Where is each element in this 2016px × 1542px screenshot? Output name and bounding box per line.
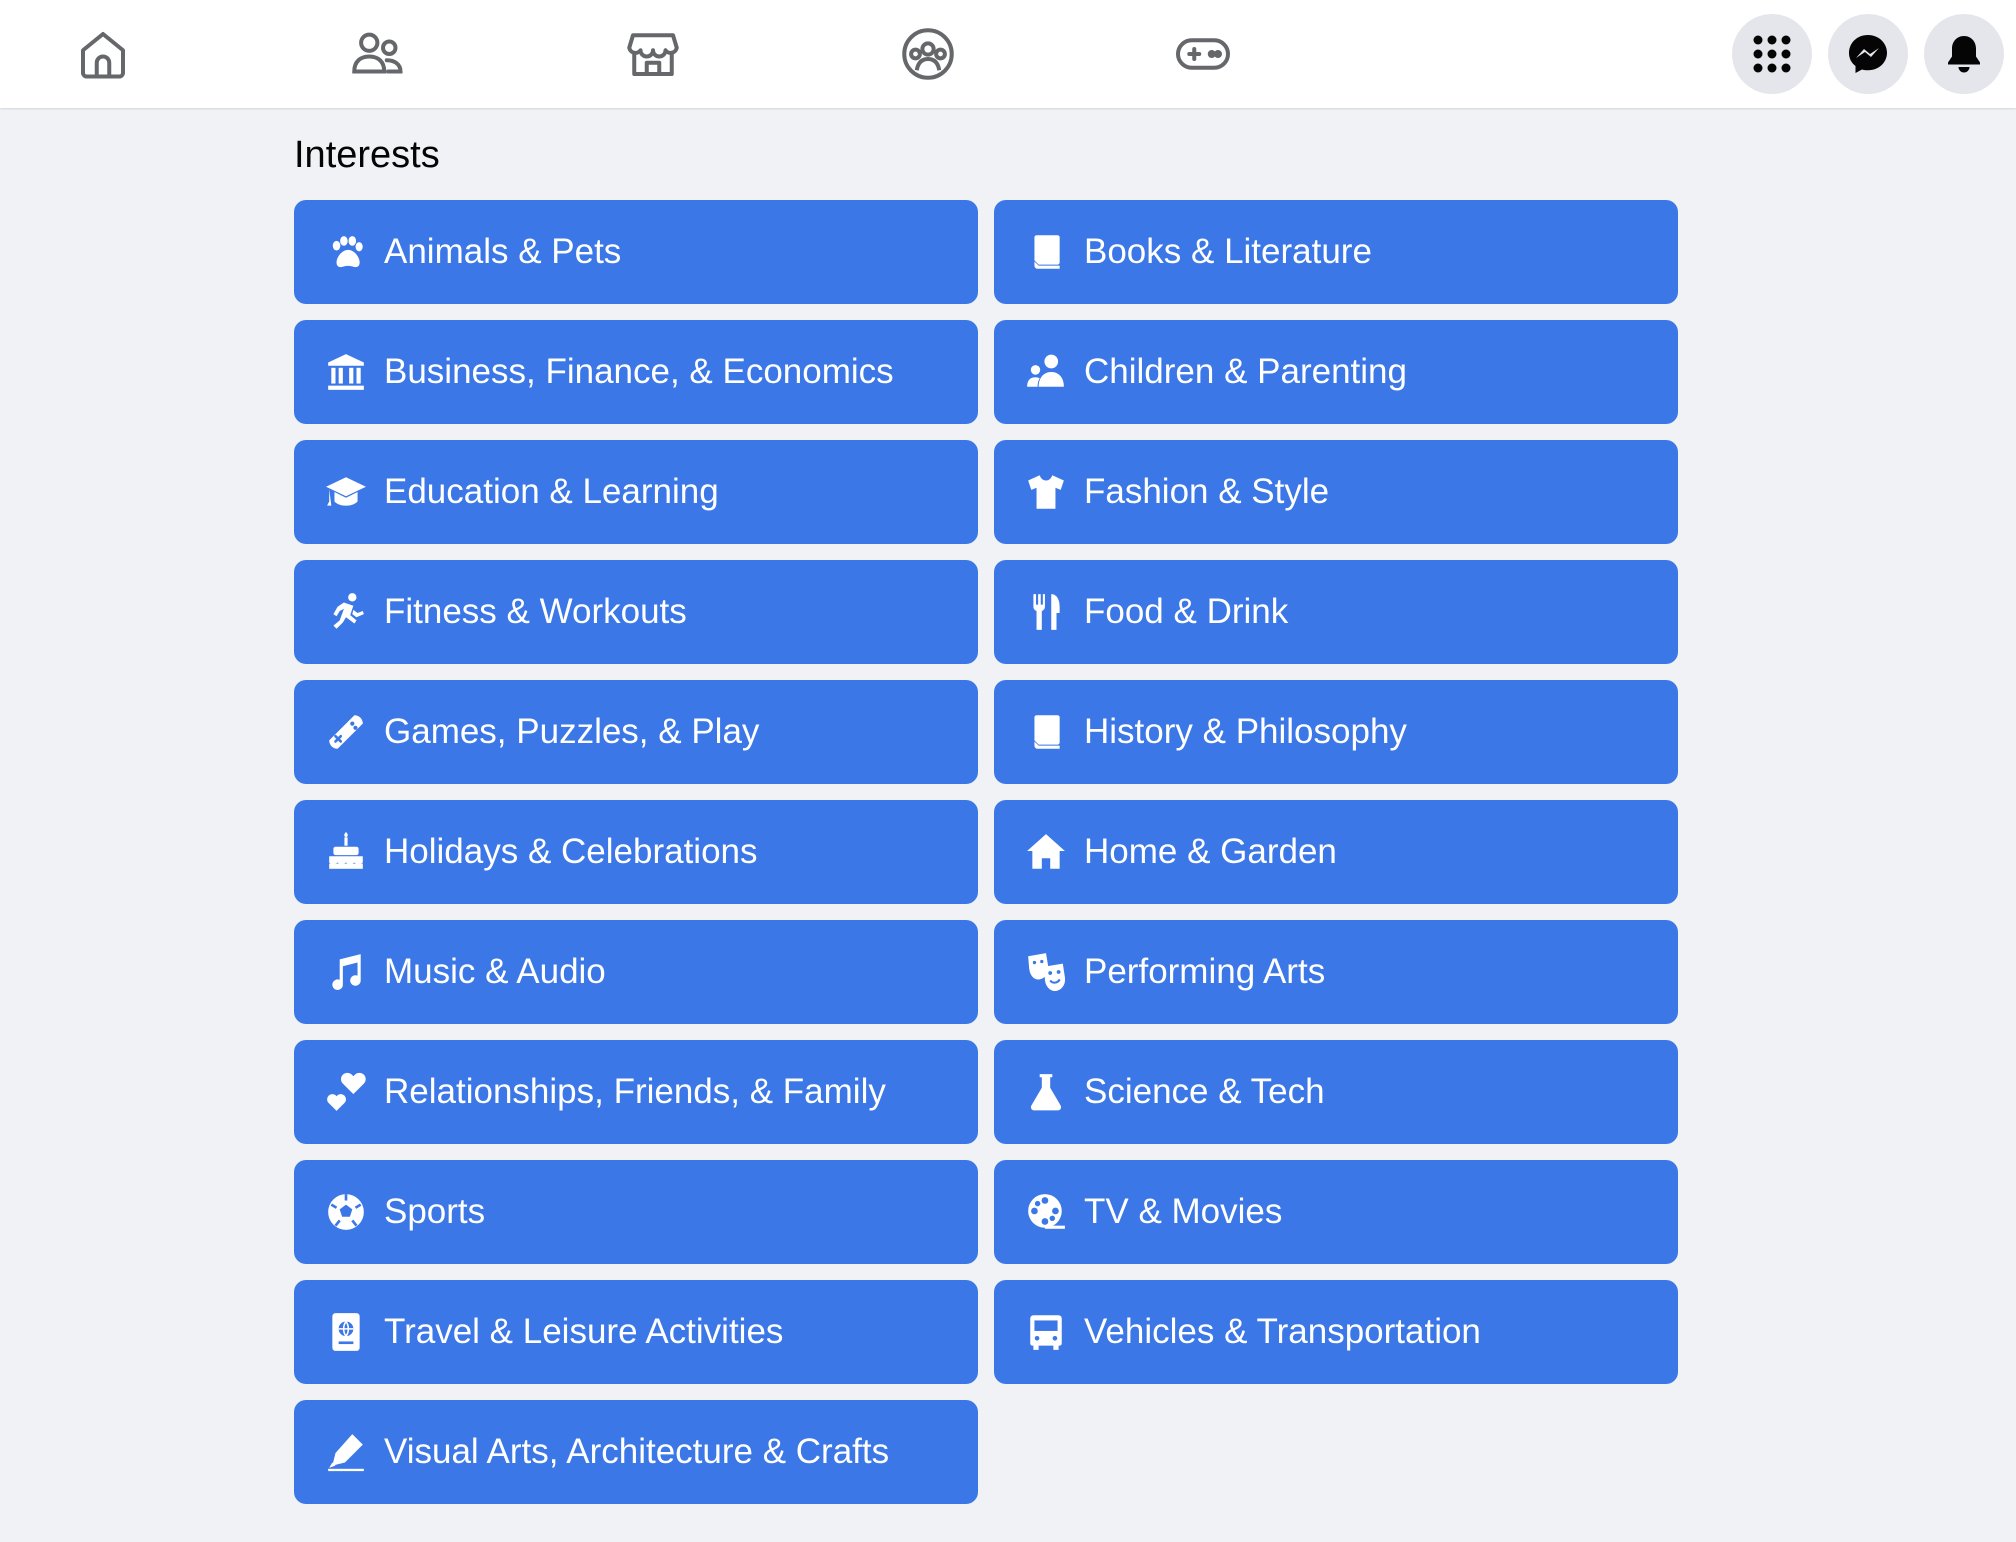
interest-button-fitness-workouts[interactable]: Fitness & Workouts: [294, 560, 978, 664]
gaming-icon[interactable]: [1173, 24, 1233, 84]
interest-button-vehicles-transportation[interactable]: Vehicles & Transportation: [994, 1280, 1678, 1384]
theater-masks-icon: [1024, 950, 1068, 994]
interest-button-sports[interactable]: Sports: [294, 1160, 978, 1264]
interest-button-children-parenting[interactable]: Children & Parenting: [994, 320, 1678, 424]
home-icon[interactable]: [73, 24, 133, 84]
interest-label: Home & Garden: [1084, 832, 1337, 871]
interest-label: Music & Audio: [384, 952, 606, 991]
interest-label: Visual Arts, Architecture & Crafts: [384, 1432, 890, 1471]
soccer-ball-icon: [324, 1190, 368, 1234]
pen-icon: [324, 1430, 368, 1474]
interest-label: Holidays & Celebrations: [384, 832, 758, 871]
cake-icon: [324, 830, 368, 874]
interest-button-performing-arts[interactable]: Performing Arts: [994, 920, 1678, 1024]
interest-label: Relationships, Friends, & Family: [384, 1072, 886, 1111]
interest-label: TV & Movies: [1084, 1192, 1283, 1231]
interest-button-books-literature[interactable]: Books & Literature: [994, 200, 1678, 304]
interest-button-games-puzzles-play[interactable]: Games, Puzzles, & Play: [294, 680, 978, 784]
tshirt-icon: [1024, 470, 1068, 514]
page-title: Interests: [294, 134, 440, 176]
interest-label: Games, Puzzles, & Play: [384, 712, 760, 751]
interest-label: Children & Parenting: [1084, 352, 1407, 391]
groups-icon[interactable]: [898, 24, 958, 84]
passport-icon: [324, 1310, 368, 1354]
paw-icon: [324, 230, 368, 274]
interest-button-history-philosophy[interactable]: History & Philosophy: [994, 680, 1678, 784]
bank-icon: [324, 350, 368, 394]
interest-button-music-audio[interactable]: Music & Audio: [294, 920, 978, 1024]
interest-label: Fashion & Style: [1084, 472, 1330, 511]
interest-button-visual-arts-architecture-crafts[interactable]: Visual Arts, Architecture & Crafts: [294, 1400, 978, 1504]
interests-grid: Animals & Pets Books & Literature Business…: [294, 200, 1678, 1504]
interest-button-science-tech[interactable]: Science & Tech: [994, 1040, 1678, 1144]
hearts-icon: [324, 1070, 368, 1114]
notifications-bell-icon[interactable]: [1924, 14, 2004, 94]
film-reel-icon: [1024, 1190, 1068, 1234]
interest-label: Performing Arts: [1084, 952, 1326, 991]
interest-button-travel-leisure-activities[interactable]: Travel & Leisure Activities: [294, 1280, 978, 1384]
interest-button-home-garden[interactable]: Home & Garden: [994, 800, 1678, 904]
interest-label: Animals & Pets: [384, 232, 622, 271]
interest-button-education-learning[interactable]: Education & Learning: [294, 440, 978, 544]
interest-label: Vehicles & Transportation: [1084, 1312, 1481, 1351]
interest-button-animals-pets[interactable]: Animals & Pets: [294, 200, 978, 304]
menu-grid-icon[interactable]: [1732, 14, 1812, 94]
music-note-icon: [324, 950, 368, 994]
interest-label: Education & Learning: [384, 472, 719, 511]
interest-button-tv-movies[interactable]: TV & Movies: [994, 1160, 1678, 1264]
interest-label: Science & Tech: [1084, 1072, 1325, 1111]
flask-icon: [1024, 1070, 1068, 1114]
interest-button-fashion-style[interactable]: Fashion & Style: [994, 440, 1678, 544]
top-navigation-bar: [0, 0, 2016, 108]
interest-button-holidays-celebrations[interactable]: Holidays & Celebrations: [294, 800, 978, 904]
interest-button-relationships-friends-family[interactable]: Relationships, Friends, & Family: [294, 1040, 978, 1144]
bus-icon: [1024, 1310, 1068, 1354]
book-icon: [1024, 710, 1068, 754]
fork-knife-icon: [1024, 590, 1068, 634]
interest-label: History & Philosophy: [1084, 712, 1407, 751]
interest-button-food-drink[interactable]: Food & Drink: [994, 560, 1678, 664]
messenger-icon[interactable]: [1828, 14, 1908, 94]
graduation-cap-icon: [324, 470, 368, 514]
interest-label: Sports: [384, 1192, 486, 1231]
game-controller-icon: [324, 710, 368, 754]
interest-label: Food & Drink: [1084, 592, 1289, 631]
running-person-icon: [324, 590, 368, 634]
interest-label: Travel & Leisure Activities: [384, 1312, 784, 1351]
marketplace-icon[interactable]: [623, 24, 683, 84]
interest-label: Business, Finance, & Economics: [384, 352, 894, 391]
parent-child-icon: [1024, 350, 1068, 394]
interest-label: Books & Literature: [1084, 232, 1372, 271]
house-icon: [1024, 830, 1068, 874]
interest-button-business-finance-economics[interactable]: Business, Finance, & Economics: [294, 320, 978, 424]
book-icon: [1024, 230, 1068, 274]
friends-icon[interactable]: [348, 24, 408, 84]
interest-label: Fitness & Workouts: [384, 592, 687, 631]
